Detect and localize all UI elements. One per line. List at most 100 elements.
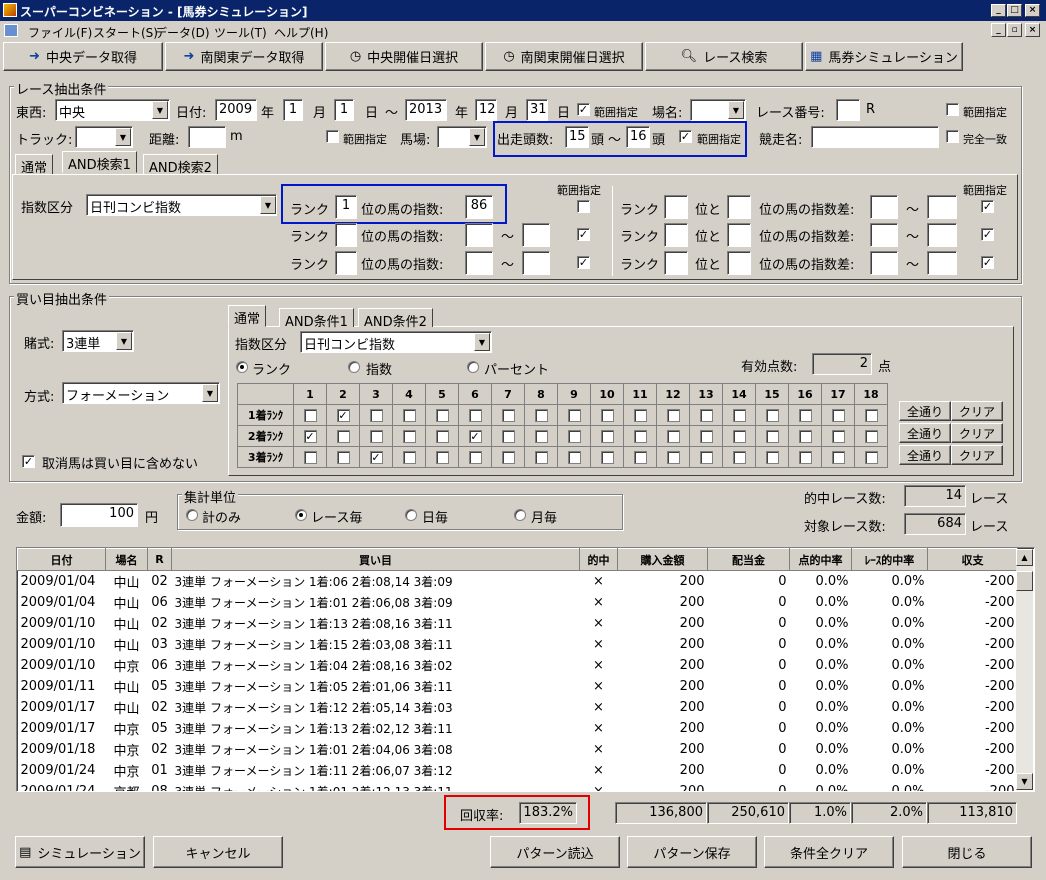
- cancel-button[interactable]: キャンセル: [153, 836, 283, 868]
- rank-checkbox[interactable]: [369, 408, 383, 422]
- toolbar-race-search-button[interactable]: 🔍︎ レース検索: [645, 42, 803, 71]
- results-column-header[interactable]: 場名: [105, 548, 148, 571]
- diff-1-from-field[interactable]: [870, 195, 898, 219]
- rank-checkbox[interactable]: [864, 429, 878, 443]
- date-range-checkbox[interactable]: ✓: [577, 103, 590, 116]
- table-row[interactable]: 2009/01/04 中山 02 3連単 フォーメーション 1着:06 2着:08,1…: [18, 571, 1018, 592]
- bet-type-select[interactable]: 3連単 ▼: [62, 330, 134, 352]
- close-button[interactable]: ×: [1025, 4, 1040, 17]
- diff-1-range-checkbox[interactable]: ✓: [981, 200, 994, 213]
- rank-checkbox[interactable]: [567, 408, 581, 422]
- rank2-clear-button[interactable]: クリア: [951, 423, 1003, 443]
- rank-checkbox[interactable]: [402, 408, 416, 422]
- diff-3-rank-b-field[interactable]: [727, 251, 751, 275]
- rank-checkbox[interactable]: [699, 408, 713, 422]
- rank-checkbox[interactable]: [732, 450, 746, 464]
- results-column-header[interactable]: 収支: [927, 548, 1018, 571]
- rank1-all-button[interactable]: 全通り: [899, 401, 951, 421]
- radio-percent[interactable]: [467, 361, 479, 373]
- rank3-clear-button[interactable]: クリア: [951, 445, 1003, 465]
- toolbar-central-date-button[interactable]: ◷ 中央開催日選択: [325, 42, 483, 71]
- table-row[interactable]: 2009/01/10 中山 03 3連単 フォーメーション 1着:15 2着:03,0…: [18, 634, 1018, 655]
- method-select[interactable]: フォーメーション ▼: [62, 382, 220, 404]
- table-row[interactable]: 2009/01/04 中山 06 3連単 フォーメーション 1着:01 2着:06,0…: [18, 592, 1018, 613]
- scroll-up-icon[interactable]: ▲: [1016, 549, 1033, 566]
- rank-2-index-to-field[interactable]: [522, 223, 550, 247]
- rank-checkbox[interactable]: [534, 429, 548, 443]
- table-row[interactable]: 2009/01/10 中京 06 3連単 フォーメーション 1着:04 2着:08,1…: [18, 655, 1018, 676]
- rank-checkbox[interactable]: [303, 450, 317, 464]
- distance-field[interactable]: [188, 126, 226, 148]
- rank-checkbox[interactable]: [864, 408, 878, 422]
- track-select[interactable]: ▼: [75, 126, 133, 148]
- mdi-minimize-button[interactable]: _: [991, 23, 1006, 37]
- from-day-field[interactable]: 1: [334, 99, 354, 121]
- rank-checkbox[interactable]: [765, 408, 779, 422]
- rank2-all-button[interactable]: 全通り: [899, 423, 951, 443]
- chevron-down-icon[interactable]: ▼: [260, 196, 276, 214]
- rank-checkbox[interactable]: [600, 450, 614, 464]
- rank-checkbox[interactable]: [831, 429, 845, 443]
- diff-1-rank-a-field[interactable]: [664, 195, 688, 219]
- results-column-header[interactable]: R: [147, 548, 172, 571]
- rank-2-range-checkbox[interactable]: ✓: [577, 228, 590, 241]
- results-column-header[interactable]: 点的中率: [789, 548, 852, 571]
- scroll-down-icon[interactable]: ▼: [1016, 773, 1033, 790]
- rank-checkbox[interactable]: [501, 408, 515, 422]
- clear-all-button[interactable]: 条件全クリア: [764, 836, 894, 868]
- toolbar-south-kanto-data-button[interactable]: ➜ 南関東データ取得: [165, 42, 323, 71]
- close-dialog-button[interactable]: 閉じる: [902, 836, 1032, 868]
- load-pattern-button[interactable]: パターン読込: [490, 836, 620, 868]
- rank-checkbox[interactable]: [732, 429, 746, 443]
- diff-1-to-field[interactable]: [927, 195, 957, 219]
- rank-checkbox[interactable]: [435, 450, 449, 464]
- menu-file[interactable]: ファイル(F): [28, 24, 92, 41]
- amount-field[interactable]: 100: [60, 503, 138, 527]
- menu-tools[interactable]: ツール(T): [214, 24, 267, 41]
- bet-tab-normal[interactable]: 通常: [228, 305, 267, 327]
- race-tab-normal[interactable]: 通常: [15, 154, 54, 176]
- diff-2-to-field[interactable]: [927, 223, 957, 247]
- to-month-field[interactable]: 12: [475, 99, 497, 121]
- rank-checkbox[interactable]: [765, 429, 779, 443]
- diff-3-from-field[interactable]: [870, 251, 898, 275]
- rank-checkbox[interactable]: [798, 408, 812, 422]
- rank-checkbox[interactable]: [369, 429, 383, 443]
- rank-3-field[interactable]: [335, 251, 357, 275]
- exact-match-checkbox[interactable]: [946, 130, 959, 143]
- minimize-button[interactable]: _: [991, 4, 1006, 17]
- rank-3-index-to-field[interactable]: [522, 251, 550, 275]
- to-year-field[interactable]: 2013: [405, 99, 447, 121]
- rank-checkbox[interactable]: [468, 450, 482, 464]
- table-row[interactable]: 2009/01/11 中山 05 3連単 フォーメーション 1着:05 2着:01,0…: [18, 676, 1018, 697]
- mdi-close-button[interactable]: ×: [1025, 23, 1040, 37]
- radio-per-month[interactable]: [514, 509, 526, 521]
- rank-1-range-checkbox[interactable]: [577, 200, 590, 213]
- rank-checkbox[interactable]: [831, 408, 845, 422]
- table-row[interactable]: 2009/01/17 中山 02 3連単 フォーメーション 1着:12 2着:05,1…: [18, 697, 1018, 718]
- venue-select[interactable]: ▼: [690, 99, 746, 121]
- radio-total-only[interactable]: [186, 509, 198, 521]
- race-number-range-checkbox[interactable]: [946, 103, 959, 116]
- rank-checkbox[interactable]: [534, 408, 548, 422]
- rank-checkbox[interactable]: [798, 429, 812, 443]
- rank-checkbox[interactable]: [435, 429, 449, 443]
- rank-2-field[interactable]: [335, 223, 357, 247]
- rank-checkbox[interactable]: [633, 450, 647, 464]
- results-column-header[interactable]: ﾚｰｽ的中率: [851, 548, 928, 571]
- race-tab-and1[interactable]: AND検索1: [62, 151, 137, 173]
- mdi-restore-button[interactable]: ▫: [1007, 23, 1022, 37]
- table-row[interactable]: 2009/01/24 中京 01 3連単 フォーメーション 1着:11 2着:06,0…: [18, 760, 1018, 781]
- rank-checkbox[interactable]: [831, 450, 845, 464]
- rank-checkbox[interactable]: [666, 450, 680, 464]
- race-tab-and2[interactable]: AND検索2: [143, 154, 218, 176]
- results-column-header[interactable]: 的中: [579, 548, 618, 571]
- toolbar-simulation-button[interactable]: ▦ 馬券シミュレーション: [805, 42, 963, 71]
- diff-2-rank-a-field[interactable]: [664, 223, 688, 247]
- menu-help[interactable]: ヘルプ(H): [274, 24, 328, 41]
- radio-rank[interactable]: [236, 361, 248, 373]
- results-table-container[interactable]: 日付 場名 R 買い目 的中 購入金額 配当金 点的中率 ﾚｰｽ的中率 収支 2009/01/04…: [16, 547, 1035, 792]
- rank3-all-button[interactable]: 全通り: [899, 445, 951, 465]
- rank-checkbox[interactable]: [699, 429, 713, 443]
- diff-3-rank-a-field[interactable]: [664, 251, 688, 275]
